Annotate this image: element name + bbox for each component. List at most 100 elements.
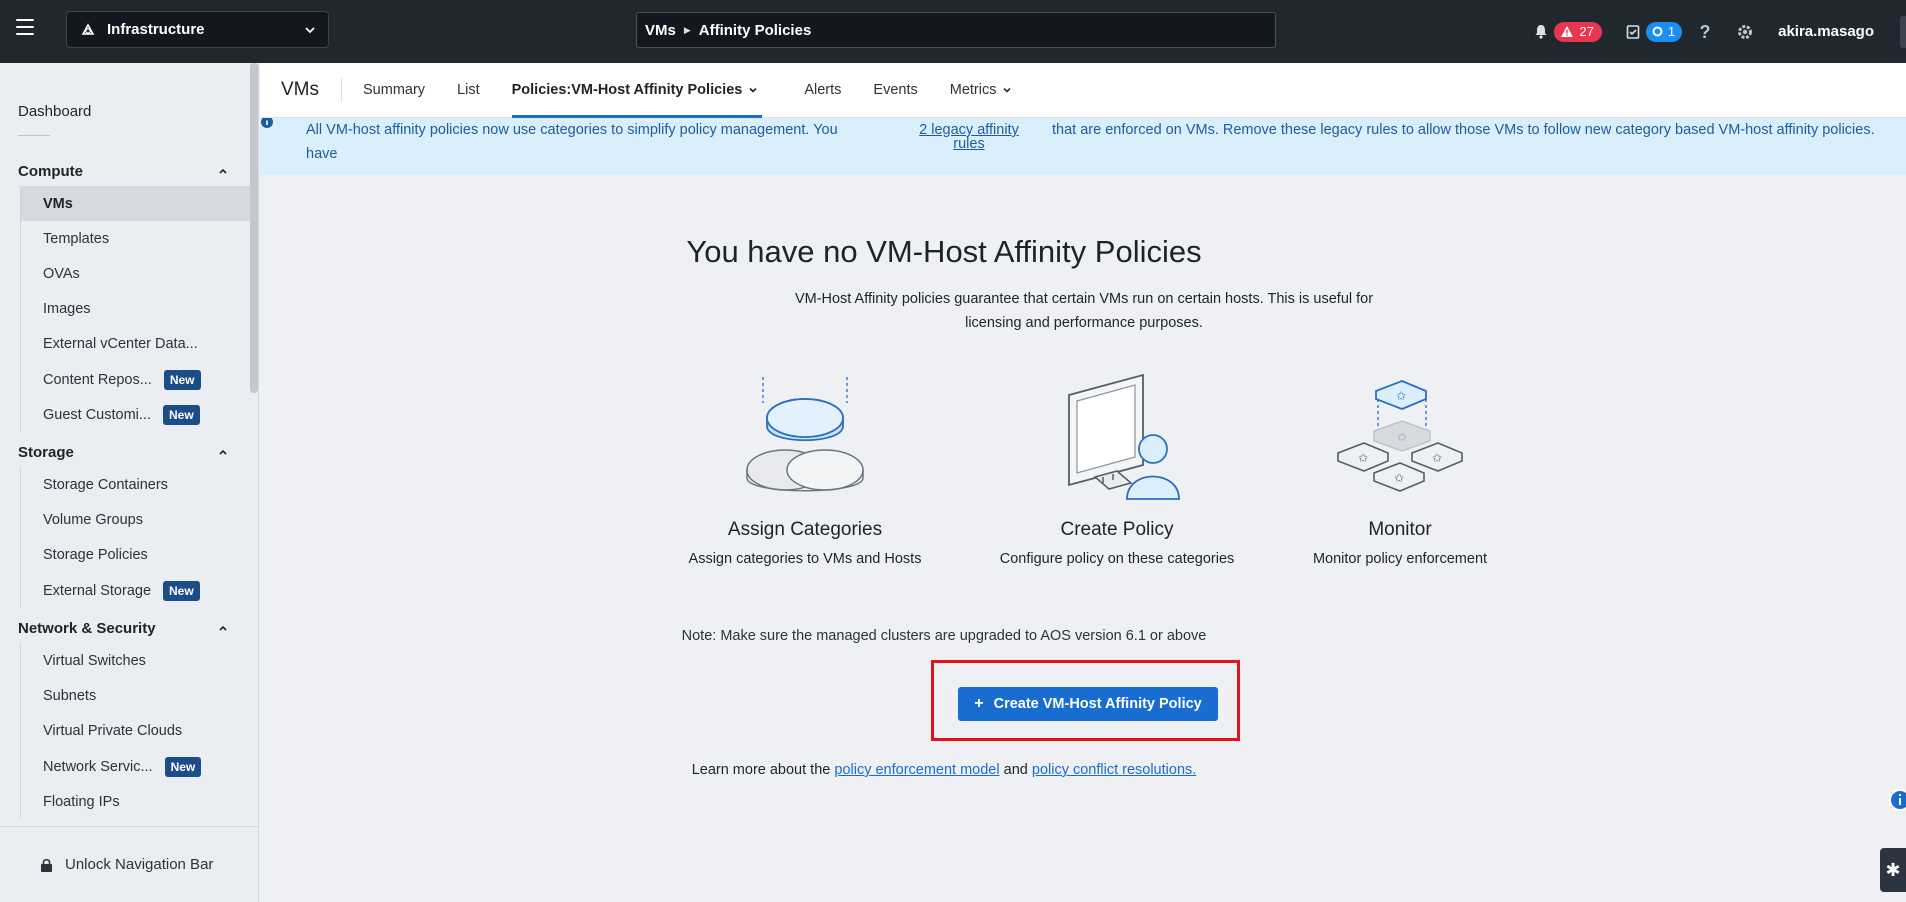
monitor-illustration-icon: ✩ ✩ ✩ ✩ ✩ [1337, 380, 1463, 492]
empty-state-title: You have no VM-Host Affinity Policies [686, 234, 1202, 269]
alerts-count-badge[interactable]: 27 [1554, 21, 1602, 42]
sidebar-item-label: Network Servic... [43, 758, 153, 775]
new-badge: New [162, 404, 200, 425]
sidebar: Dashboard Compute VMs Templates OVAs Ima… [0, 63, 259, 902]
app-switcher-label: Infrastructure [107, 21, 205, 38]
sub-navigation: VMs Summary List Policies:VM-Host Affini… [260, 63, 1906, 118]
warning-icon [1561, 26, 1574, 37]
asterisk-help-icon[interactable]: ✱ [1880, 848, 1906, 892]
tab-label: Policies:VM-Host Affinity Policies [511, 82, 743, 98]
tasks-count: 1 [1667, 24, 1676, 39]
sidebar-item-external-vcenter[interactable]: External vCenter Data... [20, 326, 250, 361]
sidebar-item-label: Subnets [43, 687, 97, 704]
sidebar-item-label: Templates [43, 230, 110, 247]
panel-edge-handle[interactable] [1900, 16, 1906, 48]
chevron-down-icon [305, 26, 315, 33]
tab-events[interactable]: Events [857, 63, 933, 118]
svg-text:✩: ✩ [1394, 471, 1404, 485]
legacy-rules-link[interactable]: 2 legacy affinity rules [905, 123, 1033, 152]
sidebar-item-floating-ips[interactable]: Floating IPs [20, 784, 250, 819]
policy-enforcement-model-link[interactable]: policy enforcement model [834, 762, 999, 778]
sidebar-item-label: Volume Groups [43, 511, 143, 528]
policy-conflict-resolutions-link[interactable]: policy conflict resolutions. [1032, 762, 1196, 778]
step-description: Monitor policy enforcement [1312, 551, 1488, 567]
new-badge: New [164, 756, 202, 777]
tab-metrics[interactable]: Metrics [934, 63, 1029, 118]
tab-label: List [457, 82, 480, 98]
sidebar-item-label: Storage Containers [43, 476, 168, 493]
step-description: Assign categories to VMs and Hosts [688, 551, 922, 567]
sidebar-item-virtual-private-clouds[interactable]: Virtual Private Clouds [20, 713, 250, 748]
sidebar-item-network-services[interactable]: Network Servic... New [20, 749, 250, 784]
global-search-breadcrumb[interactable]: VMs ▶ Affinity Policies [636, 12, 1276, 48]
section-compute[interactable]: Compute [0, 156, 250, 186]
tab-list[interactable]: List [441, 63, 496, 118]
sidebar-item-virtual-switches[interactable]: Virtual Switches [20, 643, 250, 678]
tasks-count-badge[interactable]: 1 [1645, 21, 1683, 42]
banner-text-after: that are enforced on VMs. Remove these l… [1052, 122, 1875, 138]
sidebar-item-guest-customization[interactable]: Guest Customi... New [20, 397, 250, 432]
sidebar-item-ovas[interactable]: OVAs [20, 256, 250, 291]
banner-text-before: All VM-host affinity policies now use ca… [306, 122, 838, 162]
gear-icon[interactable] [1736, 23, 1754, 41]
sidebar-item-images[interactable]: Images [20, 291, 250, 326]
computer-user-illustration-icon [1068, 373, 1180, 500]
help-icon[interactable]: ? [1696, 23, 1714, 41]
lock-icon [41, 858, 52, 872]
learn-more-prefix: Learn more about the [691, 762, 831, 778]
tasks-icon[interactable] [1624, 23, 1642, 41]
breadcrumb-affinity-policies[interactable]: Affinity Policies [699, 22, 812, 39]
breadcrumb-vms[interactable]: VMs [645, 22, 676, 39]
svg-text:✩: ✩ [1396, 389, 1406, 403]
sidebar-item-volume-groups[interactable]: Volume Groups [20, 502, 250, 537]
section-storage-label: Storage [18, 443, 74, 461]
tab-label: Alerts [804, 82, 842, 98]
section-network-label: Network & Security [18, 619, 156, 637]
sidebar-item-storage-policies[interactable]: Storage Policies [20, 537, 250, 572]
tab-policies[interactable]: Policies:VM-Host Affinity Policies [496, 63, 775, 118]
sidebar-item-storage-containers[interactable]: Storage Containers [20, 467, 250, 502]
top-bar: Infrastructure VMs ▶ Affinity Policies 2… [0, 0, 1906, 63]
chevron-up-icon [219, 625, 227, 631]
create-affinity-policy-button[interactable]: + Create VM-Host Affinity Policy [958, 687, 1218, 721]
sidebar-scrollbar[interactable] [250, 63, 258, 393]
unlock-navigation-button[interactable]: Unlock Navigation Bar [0, 826, 259, 902]
svg-text:?: ? [1700, 23, 1711, 41]
step-title: Monitor [1368, 519, 1432, 540]
app-switcher[interactable]: Infrastructure [66, 11, 329, 48]
learn-more-text: Learn more about the policy enforcement … [260, 762, 1628, 778]
sidebar-item-external-storage[interactable]: External Storage New [20, 573, 250, 608]
step-title: Assign Categories [727, 519, 883, 540]
section-storage[interactable]: Storage [0, 437, 250, 467]
svg-text:✩: ✩ [1358, 451, 1368, 465]
info-floating-icon[interactable] [1880, 786, 1906, 814]
sidebar-item-vms[interactable]: VMs [20, 186, 250, 221]
learn-more-and: and [1003, 762, 1028, 778]
chevron-down-icon [1003, 87, 1012, 93]
chevron-up-icon [219, 449, 227, 455]
tab-label: Summary [363, 82, 426, 98]
sidebar-item-subnets[interactable]: Subnets [20, 678, 250, 713]
step-assign-categories: Assign Categories Assign categories to V… [655, 373, 955, 567]
user-menu[interactable]: akira.masago [1778, 23, 1874, 40]
create-affinity-policy-label: Create VM-Host Affinity Policy [993, 696, 1202, 712]
chevron-down-icon [749, 87, 757, 93]
bell-icon[interactable] [1532, 23, 1550, 41]
section-network-security[interactable]: Network & Security [0, 613, 250, 643]
sidebar-scroll-area: Dashboard Compute VMs Templates OVAs Ima… [0, 63, 259, 827]
step-description: Configure policy on these categories [999, 551, 1235, 567]
sidebar-item-label: VMs [43, 195, 73, 212]
step-monitor: ✩ ✩ ✩ ✩ ✩ Monitor Monitor policy enforce… [1250, 373, 1550, 567]
menu-icon[interactable] [16, 19, 34, 35]
spinner-icon [1652, 26, 1663, 37]
tab-alerts[interactable]: Alerts [788, 63, 857, 118]
info-banner: All VM-host affinity policies now use ca… [260, 118, 1906, 175]
sidebar-item-dashboard[interactable]: Dashboard [18, 103, 91, 120]
tab-summary[interactable]: Summary [347, 63, 441, 118]
sidebar-item-label: Virtual Private Clouds [43, 722, 183, 739]
sidebar-item-templates[interactable]: Templates [20, 221, 250, 256]
sidebar-item-content-repos[interactable]: Content Repos... New [20, 362, 250, 397]
sidebar-item-label: Content Repos... [43, 371, 152, 388]
tab-label: Events [873, 82, 918, 98]
categories-illustration-icon [746, 377, 864, 492]
